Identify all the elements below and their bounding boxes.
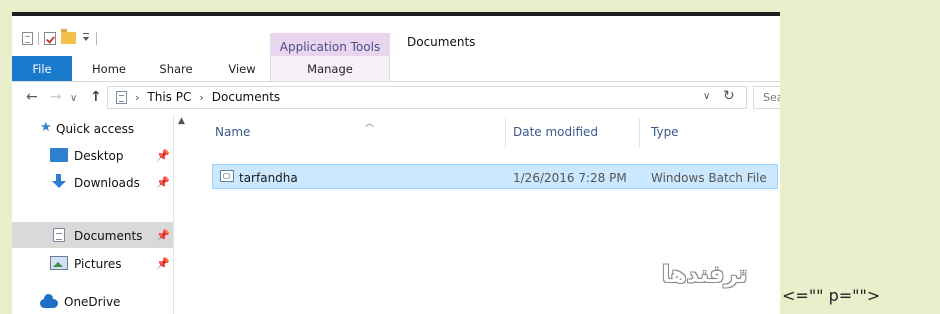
customize-toolbar-icon[interactable]: [81, 31, 91, 45]
column-header-date-modified[interactable]: Date modified: [513, 114, 598, 150]
navigation-pane: ★ Quick access Desktop 📌 Downloads 📌 Doc…: [12, 114, 173, 314]
file-date-modified: 1/26/2016 7:28 PM: [513, 171, 627, 185]
column-header-type[interactable]: Type: [651, 114, 679, 150]
tab-file[interactable]: File: [12, 56, 72, 81]
address-dropdown-icon[interactable]: ∨: [703, 91, 710, 102]
breadcrumb-chevron-icon[interactable]: ›: [135, 91, 139, 104]
pin-icon[interactable]: 📌: [156, 229, 170, 242]
sidebar-item-label: Desktop: [74, 149, 124, 163]
sidebar-item-documents[interactable]: Documents 📌: [12, 222, 173, 248]
title-bar: Application Tools Documents: [12, 16, 780, 60]
recent-locations-icon[interactable]: ∨: [70, 91, 77, 107]
tab-share[interactable]: Share: [152, 56, 200, 81]
sidebar-item-label: Quick access: [56, 122, 135, 136]
address-row: ← → ∨ ↑ › This PC › Documents ∨ ↻ Search…: [12, 82, 780, 113]
properties-icon[interactable]: [22, 31, 33, 45]
tab-manage[interactable]: Manage: [270, 56, 390, 81]
new-folder-icon[interactable]: [61, 29, 76, 44]
sidebar-item-downloads[interactable]: Downloads 📌: [12, 169, 173, 195]
breadcrumb-documents[interactable]: Documents: [212, 90, 280, 104]
forward-arrow-icon[interactable]: →: [50, 89, 62, 105]
pin-icon[interactable]: 📌: [156, 149, 170, 162]
file-name: tarfandha: [239, 171, 298, 185]
documents-location-icon: [116, 90, 127, 104]
scroll-up-arrow-icon[interactable]: ▲: [178, 116, 185, 126]
onedrive-icon: [40, 294, 58, 308]
table-row[interactable]: tarfandha 1/26/2016 7:28 PM Windows Batc…: [212, 164, 778, 189]
batch-file-icon: [220, 170, 234, 182]
sidebar-item-label: Documents: [74, 229, 143, 243]
sort-ascending-icon: ︿: [365, 119, 375, 129]
column-divider[interactable]: [639, 118, 640, 148]
sidebar-item-quick-access[interactable]: ★ Quick access: [12, 115, 173, 141]
page-background: Application Tools Documents File Home Sh…: [0, 0, 940, 314]
ribbon-tabs: File Home Share View Manage: [12, 56, 780, 82]
stray-text: <="" p="">: [782, 286, 881, 305]
tab-home[interactable]: Home: [83, 56, 135, 81]
quick-access-toolbar: [22, 29, 97, 46]
pane-divider[interactable]: [173, 114, 174, 314]
pictures-icon: [50, 256, 68, 270]
up-arrow-icon[interactable]: ↑: [90, 89, 102, 105]
window-title: Documents: [407, 35, 476, 49]
search-input[interactable]: Search Documents: [753, 86, 780, 109]
breadcrumb-chevron-icon[interactable]: ›: [199, 91, 203, 104]
breadcrumb: › This PC › Documents: [116, 90, 280, 104]
pin-icon[interactable]: 📌: [156, 257, 170, 270]
sidebar-item-label: Pictures: [74, 257, 122, 271]
file-type: Windows Batch File: [651, 171, 767, 185]
documents-icon: [53, 228, 65, 242]
breadcrumb-this-pc[interactable]: This PC: [147, 90, 191, 104]
desktop-icon: [50, 148, 68, 162]
sidebar-item-desktop[interactable]: Desktop 📌: [12, 142, 173, 168]
column-header-name[interactable]: Name: [215, 114, 250, 150]
sidebar-item-label: Downloads: [74, 176, 140, 190]
sidebar-item-pictures[interactable]: Pictures 📌: [12, 250, 173, 276]
back-arrow-icon[interactable]: ←: [26, 89, 38, 105]
tab-view[interactable]: View: [218, 56, 266, 81]
checkmark-icon[interactable]: [44, 31, 56, 45]
watermark-logo: ترفندها: [662, 262, 748, 288]
column-divider[interactable]: [505, 118, 506, 148]
refresh-icon[interactable]: ↻: [723, 88, 735, 104]
sidebar-item-onedrive[interactable]: OneDrive: [12, 288, 173, 314]
download-icon: [50, 174, 68, 188]
sidebar-item-label: OneDrive: [64, 295, 121, 309]
toolbar-separator: [38, 31, 39, 45]
toolbar-separator: [96, 31, 97, 45]
pin-icon[interactable]: 📌: [156, 176, 170, 189]
address-bar[interactable]: › This PC › Documents ∨ ↻: [107, 86, 747, 109]
